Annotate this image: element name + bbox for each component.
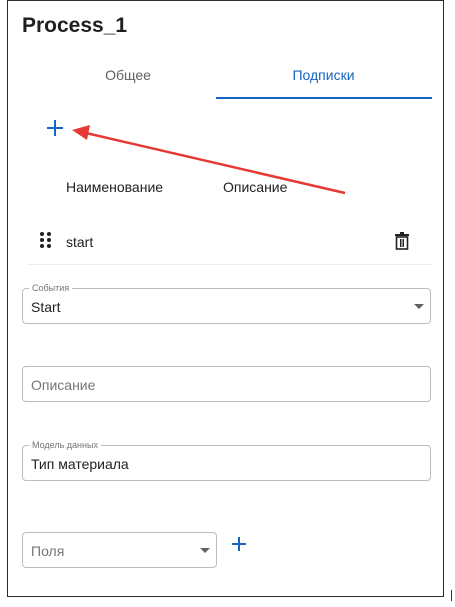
annotation-arrow xyxy=(72,125,346,195)
text-cursor xyxy=(451,590,452,601)
